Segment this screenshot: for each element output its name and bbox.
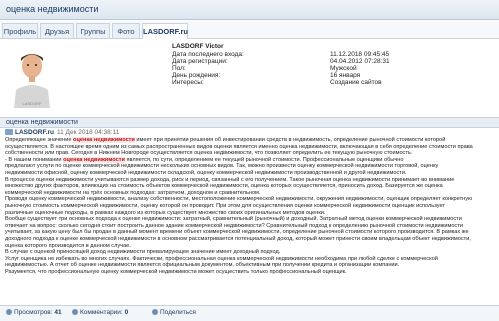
- post-paragraph: Проводя оценку коммерческой недвижимости…: [5, 196, 473, 203]
- window-title: оценка недвижимости: [6, 4, 99, 14]
- avatar[interactable]: LASDORF: [8, 44, 56, 108]
- field-key-gender: Пол:: [172, 65, 186, 72]
- post-footer: Просмотров: 41 Комментарии: 0 Поделиться: [0, 305, 499, 321]
- post-date: 11 Дек 2018 04:38:11: [57, 129, 120, 136]
- post-paragraph: собственности или прав. Сегодня в Нижнем…: [5, 150, 413, 157]
- tab-friends[interactable]: Друзья: [40, 23, 74, 38]
- tab-photos[interactable]: Фото: [112, 23, 140, 38]
- post-paragraph: недвижимостью. А отчет об оценке недвижи…: [5, 262, 400, 269]
- field-value-gender: Мужской: [330, 65, 357, 72]
- post-author[interactable]: LASDORF.ru: [15, 129, 54, 136]
- field-value-birthday: 16 января: [330, 72, 361, 79]
- post-paragraph: Разумеется, что профессиональную оценку …: [5, 268, 347, 275]
- post-paragraph: учитывает, за какую цену был бы продан в…: [5, 229, 469, 236]
- post-paragraph: недвижимости офисной, оценку коммерческо…: [5, 169, 407, 176]
- comments-link[interactable]: Комментарии: 0: [72, 306, 128, 320]
- profile-tabs: Профиль Друзья Группы Фото LASDORF.ru: [0, 21, 499, 39]
- eye-icon: [6, 309, 12, 316]
- post-paragraph: Услуг оценщика не избежать во многих слу…: [5, 255, 438, 262]
- post-paragraph: В случае с оценкой приносящей доход недв…: [5, 249, 281, 256]
- section-title: оценка недвижимости: [0, 117, 499, 128]
- field-key-registered: Дата регистрации:: [172, 58, 228, 65]
- field-value-interests: Создание сайтов: [330, 79, 382, 86]
- share-icon: [152, 309, 158, 316]
- post-paragraph: предлагают услуги по оценке коммерческой…: [5, 163, 439, 170]
- comment-icon: [72, 309, 78, 316]
- field-key-interests: Интересы:: [172, 79, 204, 86]
- field-key-birthday: День рождения:: [172, 72, 221, 79]
- field-value-registered: 04.04.2012 07:28:31: [330, 58, 390, 65]
- field-key-last-login: Дата последнего входа:: [172, 51, 244, 58]
- views-counter: Просмотров: 41: [6, 306, 62, 320]
- post-paragraph: Определяющее значение оценка недвижимост…: [5, 137, 446, 143]
- post-body: Определяющее значение оценка недвижимост…: [5, 137, 495, 275]
- post-paragraph: осуществляется. В настоящее время одним …: [5, 143, 473, 150]
- tab-profile[interactable]: Профиль: [2, 23, 38, 38]
- keyword-link[interactable]: оценка недвижимости: [73, 137, 135, 143]
- post-author-line: LASDORF.ru 11 Дек 2018 04:38:11: [5, 129, 119, 136]
- blog-icon: [5, 129, 13, 136]
- profile-name: LASDORF Victor: [172, 43, 224, 50]
- window-titlebar: оценка недвижимости: [0, 0, 499, 20]
- post-paragraph: рыночную стоимость коммерческой недвижим…: [5, 202, 445, 209]
- post-paragraph: множество других факторов, влияющих на с…: [5, 183, 443, 190]
- share-button[interactable]: Поделиться: [152, 306, 196, 320]
- tab-groups[interactable]: Группы: [76, 23, 110, 38]
- field-value-last-login: 11.12.2018 09:45:45: [330, 51, 390, 58]
- keyword-link[interactable]: оценка недвижимости: [63, 156, 125, 163]
- svg-text:LASDORF: LASDORF: [23, 101, 42, 106]
- avatar-image: LASDORF: [8, 44, 56, 108]
- tab-lasdorf[interactable]: LASDORF.ru: [142, 23, 188, 39]
- post-paragraph: доходного подхода к оценке коммерческой …: [5, 235, 471, 242]
- post-paragraph: Вообще существует три основных подхода к…: [5, 216, 462, 223]
